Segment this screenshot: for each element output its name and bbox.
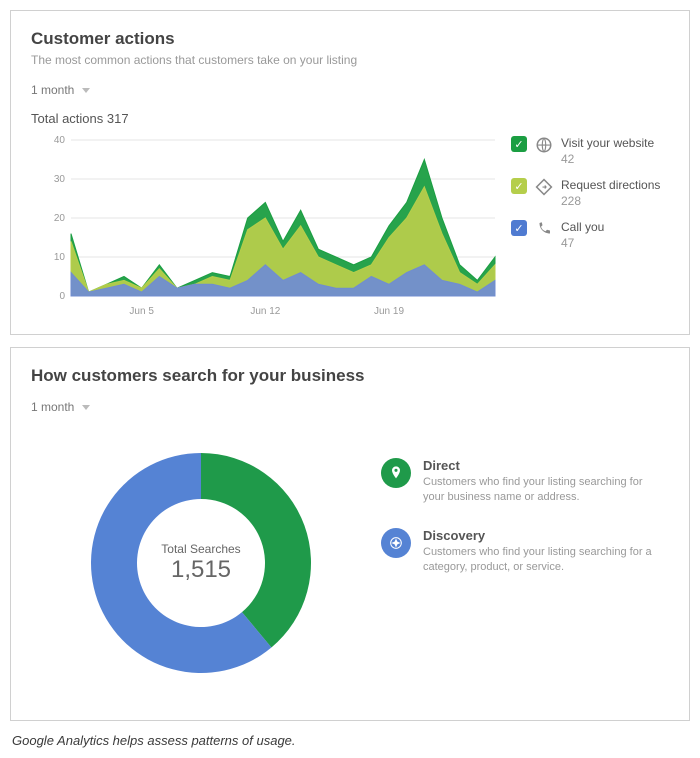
donut-legend: Direct Customers who find your listing s… <box>371 428 669 598</box>
date-range-label: 1 month <box>31 400 74 414</box>
svg-text:30: 30 <box>54 174 66 185</box>
date-range-dropdown[interactable]: 1 month <box>31 83 90 97</box>
date-range-label: 1 month <box>31 83 74 97</box>
area-chart-legend: ✓ Visit your website 42 ✓ Request direct… <box>501 132 669 322</box>
customer-search-card: How customers search for your business 1… <box>10 347 690 721</box>
card1-title: Customer actions <box>31 29 669 49</box>
svg-text:20: 20 <box>54 213 66 224</box>
pin-icon <box>381 458 411 488</box>
card2-title: How customers search for your business <box>31 366 669 386</box>
date-range-dropdown-2[interactable]: 1 month <box>31 400 90 414</box>
svg-text:40: 40 <box>54 135 66 146</box>
svg-text:0: 0 <box>59 291 65 302</box>
globe-icon <box>535 136 553 154</box>
donut-chart: Total Searches 1,515 <box>76 438 326 688</box>
legend-visit-website[interactable]: ✓ Visit your website 42 <box>511 136 669 166</box>
checkbox-icon[interactable]: ✓ <box>511 220 527 236</box>
svg-text:10: 10 <box>54 252 66 263</box>
svg-text:Jun 12: Jun 12 <box>250 306 280 317</box>
card1-subtitle: The most common actions that customers t… <box>31 53 669 67</box>
legend-discovery[interactable]: Discovery Customers who find your listin… <box>381 528 669 576</box>
svg-text:Jun 19: Jun 19 <box>374 306 404 317</box>
legend-request-directions[interactable]: ✓ Request directions 228 <box>511 178 669 208</box>
phone-icon <box>535 220 553 238</box>
chevron-down-icon <box>82 405 90 410</box>
figure-caption: Google Analytics helps assess patterns o… <box>12 733 688 748</box>
legend-direct[interactable]: Direct Customers who find your listing s… <box>381 458 669 506</box>
compass-icon <box>381 528 411 558</box>
legend-call-you[interactable]: ✓ Call you 47 <box>511 220 669 250</box>
checkbox-icon[interactable]: ✓ <box>511 178 527 194</box>
area-chart: 0 10 20 30 40 Jun 5 Jun 12 Jun 19 <box>31 132 501 322</box>
chevron-down-icon <box>82 88 90 93</box>
directions-icon <box>535 178 553 196</box>
total-actions-line: Total actions 317 <box>31 111 669 126</box>
donut-center-label: Total Searches <box>161 542 240 556</box>
svg-text:Jun 5: Jun 5 <box>129 306 154 317</box>
customer-actions-card: Customer actions The most common actions… <box>10 10 690 335</box>
checkbox-icon[interactable]: ✓ <box>511 136 527 152</box>
donut-center-value: 1,515 <box>171 556 231 584</box>
